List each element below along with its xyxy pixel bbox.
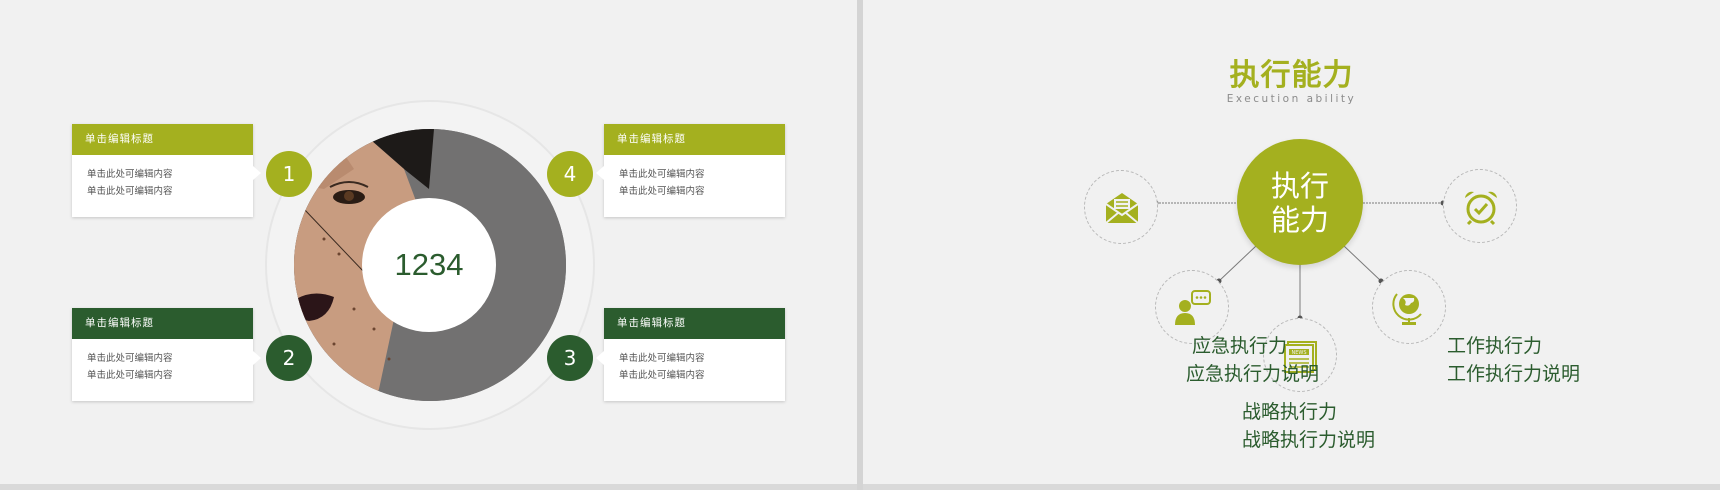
work-desc: 工作执行力说明 bbox=[1447, 363, 1581, 385]
strategy-desc: 战略执行力说明 bbox=[1242, 429, 1376, 451]
center-number: 1234 bbox=[362, 198, 496, 332]
card-body[interactable]: 单击此处可编辑内容 单击此处可编辑内容 bbox=[604, 155, 785, 200]
emergency-title: 应急执行力 bbox=[1191, 335, 1287, 357]
card-line: 单击此处可编辑内容 bbox=[619, 353, 705, 364]
card-line: 单击此处可编辑内容 bbox=[619, 169, 705, 180]
card-line: 单击此处可编辑内容 bbox=[619, 186, 705, 197]
user-chat-icon bbox=[1175, 290, 1211, 325]
hub-text-line2: 能力 bbox=[1270, 203, 1329, 237]
slide-right: 执行能力 Execution ability NEWS 执行 能力 应急执行力 … bbox=[863, 0, 1720, 484]
card-top-left[interactable]: 单击编辑标题 单击此处可编辑内容 单击此处可编辑内容 bbox=[72, 124, 253, 217]
card-line: 单击此处可编辑内容 bbox=[87, 169, 173, 180]
strategy-title: 战略执行力 bbox=[1242, 401, 1338, 423]
mail-icon bbox=[1105, 193, 1139, 224]
alarm-circle[interactable] bbox=[1443, 169, 1517, 243]
card-pointer bbox=[596, 351, 604, 365]
number-badge-3: 3 bbox=[547, 335, 593, 381]
card-body[interactable]: 单击此处可编辑内容 单击此处可编辑内容 bbox=[72, 339, 253, 384]
card-pointer bbox=[253, 351, 261, 365]
card-body[interactable]: 单击此处可编辑内容 单击此处可编辑内容 bbox=[604, 339, 785, 384]
card-body[interactable]: 单击此处可编辑内容 单击此处可编辑内容 bbox=[72, 155, 253, 200]
card-title[interactable]: 单击编辑标题 bbox=[72, 124, 253, 155]
card-line: 单击此处可编辑内容 bbox=[87, 370, 173, 381]
card-top-right[interactable]: 单击编辑标题 单击此处可编辑内容 单击此处可编辑内容 bbox=[604, 124, 785, 217]
card-bottom-left[interactable]: 单击编辑标题 单击此处可编辑内容 单击此处可编辑内容 bbox=[72, 308, 253, 401]
card-line: 单击此处可编辑内容 bbox=[619, 370, 705, 381]
globe-circle[interactable] bbox=[1372, 270, 1446, 344]
alarm-clock-icon bbox=[1465, 191, 1497, 226]
globe-icon bbox=[1392, 293, 1422, 325]
card-line: 单击此处可编辑内容 bbox=[87, 353, 173, 364]
hub-circle: 执行 能力 bbox=[1237, 139, 1363, 265]
emergency-label: 应急执行力 应急执行力说明 bbox=[1025, 332, 1319, 388]
card-bottom-right[interactable]: 单击编辑标题 单击此处可编辑内容 单击此处可编辑内容 bbox=[604, 308, 785, 401]
card-line: 单击此处可编辑内容 bbox=[87, 186, 173, 197]
number-badge-1: 1 bbox=[266, 151, 312, 197]
card-pointer bbox=[596, 166, 604, 180]
work-title: 工作执行力 bbox=[1447, 335, 1543, 357]
card-pointer bbox=[253, 166, 261, 180]
slide-left: 1234 单击编辑标题 单击此处可编辑内容 单击此处可编辑内容 1 单击编辑标题… bbox=[0, 0, 857, 484]
number-badge-4: 4 bbox=[547, 151, 593, 197]
work-label: 工作执行力 工作执行力说明 bbox=[1447, 332, 1580, 388]
card-title[interactable]: 单击编辑标题 bbox=[72, 308, 253, 339]
card-title[interactable]: 单击编辑标题 bbox=[604, 308, 785, 339]
strategy-label: 战略执行力 战略执行力说明 bbox=[1242, 398, 1375, 454]
hub-text-line1: 执行 bbox=[1270, 169, 1329, 203]
card-title[interactable]: 单击编辑标题 bbox=[604, 124, 785, 155]
number-badge-2: 2 bbox=[266, 335, 312, 381]
mail-circle[interactable] bbox=[1084, 170, 1158, 244]
emergency-desc: 应急执行力说明 bbox=[1185, 363, 1319, 385]
